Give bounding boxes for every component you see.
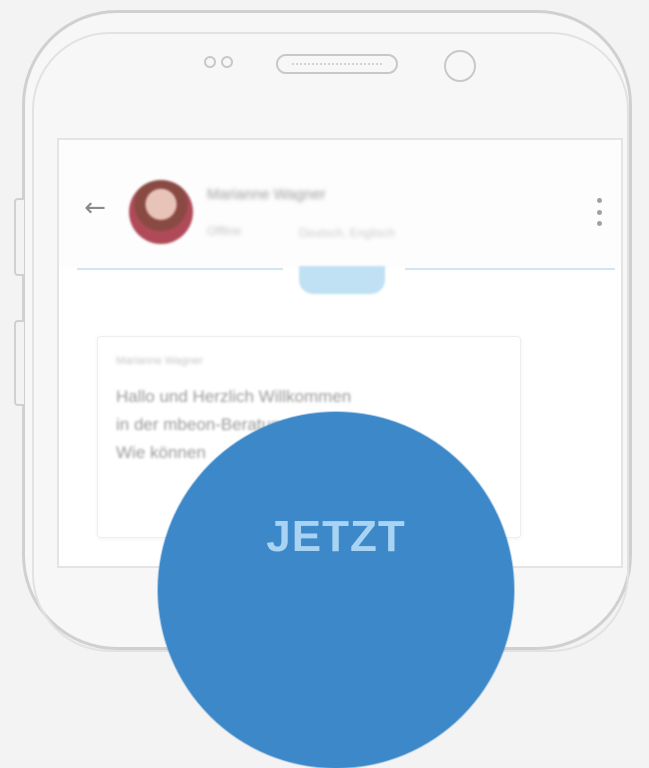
more-menu-icon[interactable] <box>595 198 603 226</box>
message-line: Hallo und Herzlich Willkommen <box>116 387 352 406</box>
header-divider-right <box>405 268 615 270</box>
message-sender: Marianne Wagner <box>116 355 204 367</box>
contact-languages: Deutsch, Englisch <box>299 226 396 240</box>
avatar <box>129 180 193 244</box>
sensor-dot <box>221 56 233 68</box>
contact-name: Marianne Wagner <box>207 186 326 203</box>
sensor-dot <box>204 56 216 68</box>
phone-side-button-top <box>14 198 24 276</box>
cta-label: JETZT <box>266 512 406 561</box>
phone-camera <box>444 50 476 82</box>
header-divider-left <box>77 268 283 270</box>
back-arrow-icon[interactable]: ← <box>81 194 109 222</box>
phone-sensors <box>204 56 233 68</box>
phone-side-button-bottom <box>14 320 24 406</box>
contact-status: Offline <box>207 224 242 238</box>
phone-speaker <box>276 54 398 74</box>
date-badge <box>299 266 385 294</box>
cta-button[interactable]: JETZT <box>158 412 514 768</box>
chat-header: ← Marianne Wagner Offline Deutsch, Engli… <box>59 140 621 268</box>
